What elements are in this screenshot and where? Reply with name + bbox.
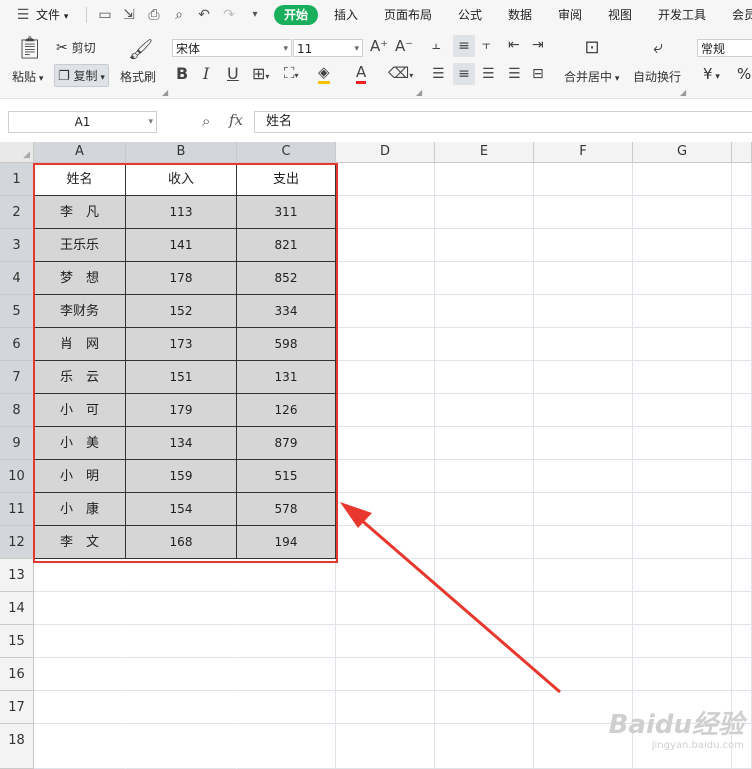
baidu-watermark: Baidu经验 jingyan.baidu.com — [580, 700, 752, 769]
annotation-arrow-icon — [340, 502, 561, 694]
watermark-logo-text: Baidu经验 — [608, 710, 744, 740]
watermark-url: jingyan.baidu.com — [651, 740, 744, 751]
